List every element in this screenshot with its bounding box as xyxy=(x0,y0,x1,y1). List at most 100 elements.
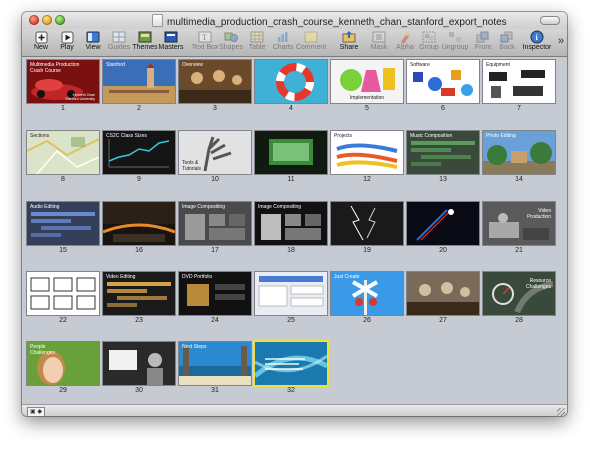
slide-thumbnail-30[interactable]: 30 xyxy=(103,342,175,397)
slide-image: Audio Editing xyxy=(27,202,99,245)
slide-thumbnail-23[interactable]: Video Editing 23 xyxy=(103,272,175,327)
slide-number: 22 xyxy=(59,317,67,324)
slide-title: CS2C Class Sizes xyxy=(106,133,147,139)
toolbar-toggle-button[interactable] xyxy=(540,16,560,25)
slide-thumbnail-9[interactable]: CS2C Class Sizes 9 xyxy=(103,131,175,186)
view-menu-button[interactable]: ▣ ◆ xyxy=(27,407,45,416)
slide-thumbnail-16[interactable]: 16 xyxy=(103,202,175,257)
toolbar: New Play View Guides Themes Masters T Text Box S… xyxy=(22,29,567,57)
slide-title: Image Compositing xyxy=(182,204,226,210)
slide-number: 12 xyxy=(363,176,371,183)
table-icon xyxy=(250,31,264,43)
slide-image: Overview xyxy=(179,60,251,103)
toolbar-back-button[interactable]: Back xyxy=(492,30,522,56)
slide-image: Sections xyxy=(27,131,99,174)
slide-thumbnail-10[interactable]: Tools & Tutorials 10 xyxy=(179,131,251,186)
slide-image: Projects xyxy=(331,131,403,174)
slide-thumbnail-5[interactable]: Implementation 5 xyxy=(331,60,403,115)
slide-thumbnail-19[interactable]: 19 xyxy=(331,202,403,257)
share-icon xyxy=(342,31,356,43)
slide-thumbnail-6[interactable]: Software 6 xyxy=(407,60,479,115)
slide-illustration xyxy=(30,277,96,310)
slide-image: Next Steps xyxy=(179,342,251,385)
slide-thumbnail-7[interactable]: Equipment 7 xyxy=(483,60,555,115)
toolbar-comment-button[interactable]: Comment xyxy=(296,30,326,56)
slide-thumbnail-26[interactable]: Just Create 26 xyxy=(331,272,403,327)
slide-number: 32 xyxy=(287,387,295,394)
slide-number: 10 xyxy=(211,176,219,183)
slide-illustration xyxy=(269,139,313,165)
slide-image xyxy=(255,131,327,174)
slide-thumbnail-3[interactable]: Overview 3 xyxy=(179,60,251,115)
play-icon xyxy=(61,31,74,44)
document-icon xyxy=(152,14,163,27)
slide-thumbnail-32[interactable]: 32 xyxy=(255,342,327,397)
close-button[interactable] xyxy=(29,15,39,25)
slide-thumbnail-24[interactable]: DVD Portfolio 24 xyxy=(179,272,251,327)
minimize-button[interactable] xyxy=(42,15,52,25)
slide-thumbnail-14[interactable]: Photo Editing 14 xyxy=(483,131,555,186)
slide-image: Image Compositing xyxy=(179,202,251,245)
slide-image xyxy=(103,342,175,385)
slide-thumbnail-28[interactable]: Resource Challenges 28 xyxy=(483,272,555,327)
slide-thumbnail-2[interactable]: Stanford 2 xyxy=(103,60,175,115)
slide-thumbnail-8[interactable]: Sections 8 xyxy=(27,131,99,186)
slide-title: Audio Editing xyxy=(30,204,60,210)
slide-image: Video Editing xyxy=(103,272,175,315)
slide-image: Just Create xyxy=(331,272,403,315)
slide-thumbnail-12[interactable]: Projects 12 xyxy=(331,131,403,186)
toolbar-overflow-button[interactable]: » xyxy=(558,35,564,47)
slide-thumbnail-20[interactable]: 20 xyxy=(407,202,479,257)
toolbar-masters-button[interactable]: Masters xyxy=(156,30,186,56)
toolbar-ungroup-button[interactable]: Ungroup xyxy=(440,30,470,56)
slide-number: 9 xyxy=(137,176,141,183)
slide-image: Tools & Tutorials xyxy=(179,131,251,174)
slide-thumbnail-11[interactable]: 11 xyxy=(255,131,327,186)
slide-thumbnail-18[interactable]: Image Compositing 18 xyxy=(255,202,327,257)
slide-illustration xyxy=(276,63,314,101)
slide-image: DVD Portfolio xyxy=(179,272,251,315)
slide-illustration xyxy=(109,350,163,385)
slide-title: Multimedia Production Crash Course xyxy=(30,62,80,74)
slide-title: Video Production xyxy=(527,208,551,220)
toolbar-charts-button[interactable]: Charts xyxy=(268,30,298,56)
slide-thumbnail-1[interactable]: Multimedia Production Crash Course Kennet… xyxy=(27,60,99,115)
slide-number: 4 xyxy=(289,105,293,112)
title-bar[interactable]: multimedia_production_crash_course_kenne… xyxy=(22,12,567,29)
slide-thumbnail-22[interactable]: 22 xyxy=(27,272,99,327)
slide-illustration xyxy=(350,205,376,241)
slide-number: 25 xyxy=(287,317,295,324)
resize-grip-icon[interactable] xyxy=(557,408,565,416)
slide-number: 18 xyxy=(287,247,295,254)
slide-title: Overview xyxy=(182,62,203,68)
slide-image: Stanford xyxy=(103,60,175,103)
slide-thumbnail-27[interactable]: 27 xyxy=(407,272,479,327)
slide-image xyxy=(255,272,327,315)
slide-number: 29 xyxy=(59,387,67,394)
toolbar-inspector-button[interactable]: i Inspector xyxy=(522,30,552,56)
slide-thumbnail-25[interactable]: 25 xyxy=(255,272,327,327)
back-icon xyxy=(500,31,513,43)
slide-illustration xyxy=(407,282,479,315)
slide-thumbnail-17[interactable]: Image Compositing 17 xyxy=(179,202,251,257)
slide-number: 8 xyxy=(61,176,65,183)
slide-number: 30 xyxy=(135,387,143,394)
slide-thumbnail-13[interactable]: Music Composition 13 xyxy=(407,131,479,186)
slide-thumbnail-4[interactable]: 4 xyxy=(255,60,327,115)
slide-number: 23 xyxy=(135,317,143,324)
zoom-button[interactable] xyxy=(55,15,65,25)
slide-number: 27 xyxy=(439,317,447,324)
slide-image xyxy=(255,60,327,103)
slide-thumbnail-31[interactable]: Next Steps 31 xyxy=(179,342,251,397)
slide-number: 7 xyxy=(517,105,521,112)
slide-thumbnail-29[interactable]: People Challenges 29 xyxy=(27,342,99,397)
slide-title: Video Editing xyxy=(106,274,136,280)
toolbar-share-button[interactable]: Share xyxy=(334,30,364,56)
slide-illustration xyxy=(416,209,454,241)
slide-thumbnail-21[interactable]: Video Production 21 xyxy=(483,202,555,257)
slide-number: 19 xyxy=(363,247,371,254)
slide-title: Tools & Tutorials xyxy=(182,160,201,172)
slide-image: Image Compositing xyxy=(255,202,327,245)
slide-thumbnail-15[interactable]: Audio Editing 15 xyxy=(27,202,99,257)
toolbar-label: Inspector xyxy=(522,44,552,51)
